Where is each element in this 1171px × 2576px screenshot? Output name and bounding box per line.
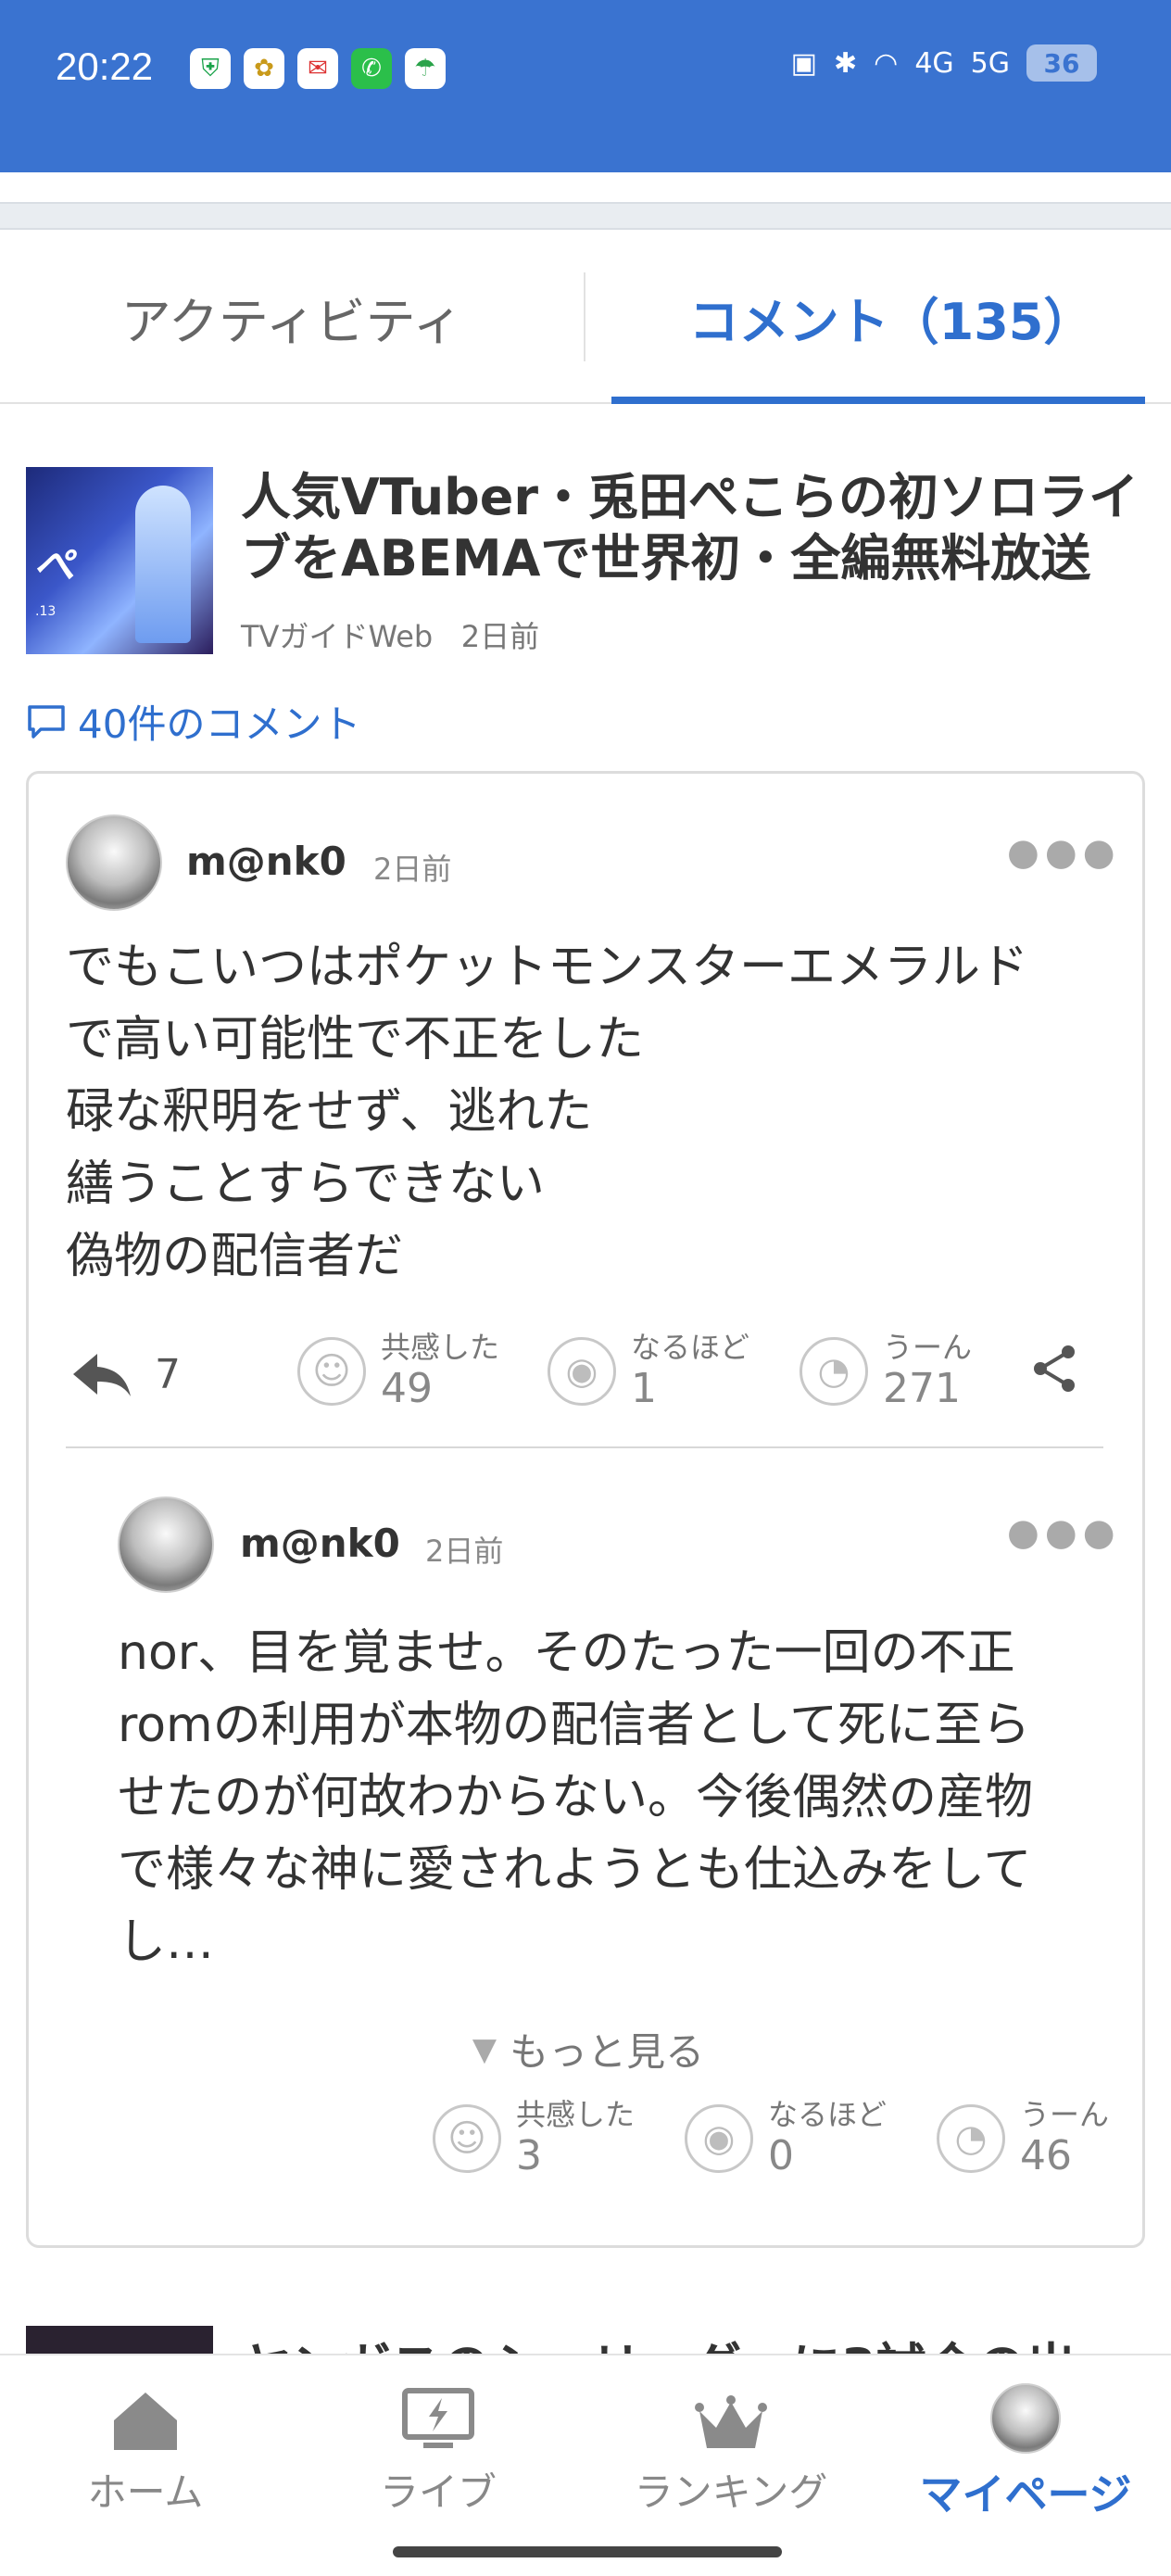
tab-bar: アクティビティ コメント（135） [0, 230, 1171, 404]
comment-text: でもこいつはポケットモンスターエメラルド で高い可能性で不正をした 碌な釈明をせ… [66, 940, 1028, 1284]
share-button[interactable] [1029, 1343, 1081, 1407]
notification-icons: ⛨ ✿ ✉ ✆ ☂ [190, 48, 446, 89]
reply-text: nor、目を覚ませ。そのたった一回の不正 romの利用が本物の配信者として死に至… [118, 1625, 1034, 1970]
shield-icon: ⛨ [190, 48, 231, 89]
home-icon [114, 2393, 177, 2450]
reaction-label: うーん [883, 1330, 973, 1365]
article-time: 2日前 [460, 619, 540, 654]
reply-count: 7 [155, 1350, 181, 1398]
avatar [990, 2383, 1061, 2454]
status-time: 20:22 [56, 44, 154, 88]
nav-mypage[interactable]: マイページ [910, 2380, 1141, 2522]
system-icons: ▣ ✱ ◠ 4G 5G 36 [791, 44, 1097, 82]
divider [66, 1446, 1103, 1448]
reaction-hmm[interactable]: ◔ うーん 271 [800, 1330, 972, 1413]
signal-4g-icon: 4G [914, 46, 954, 80]
reaction-count: 3 [516, 2132, 542, 2179]
thinking-face-icon: ◔ [800, 1337, 868, 1406]
reaction-label: 共感した [516, 2097, 636, 2132]
article-source: TVガイドWeb [241, 619, 434, 654]
comment-count-link[interactable]: 40件のコメント [26, 693, 360, 750]
mail-icon: ✉ [297, 48, 338, 89]
tab-divider [584, 272, 586, 361]
reaction-agree[interactable]: ☺ 共感した 49 [297, 1330, 499, 1413]
crown-icon [695, 2395, 767, 2448]
surprised-face-icon: ◉ [685, 2104, 753, 2173]
thumbnail-figure [135, 486, 191, 643]
reaction-count: 271 [883, 1365, 961, 1412]
nav-mypage-label: マイページ [919, 2469, 1132, 2519]
comment-time: 2日前 [373, 852, 452, 887]
next-article-title: ヤンガスのシーリーダーに3試合の出 [241, 2326, 1077, 2354]
next-article-thumbnail [26, 2326, 213, 2354]
article-header[interactable]: ぺ .13 人気VTuber・兎田ぺこらの初ソロライブをABEMAで世界初・全編… [26, 467, 1147, 654]
next-article[interactable]: ヤンガスのシーリーダーに3試合の出 [26, 2326, 1171, 2354]
article-meta: TVガイドWeb 2日前 [241, 613, 539, 656]
reaction-count: 46 [1020, 2132, 1072, 2179]
nav-home[interactable]: ホーム [30, 2380, 261, 2518]
nfc-icon: ▣ [790, 46, 817, 80]
thumbnail-date: .13 [35, 604, 57, 619]
comment-username[interactable]: m@nk0 [186, 839, 346, 884]
tab-activity[interactable]: アクティビティ [0, 230, 584, 404]
reaction-label: 共感した [381, 1330, 500, 1365]
reply-reaction-insightful[interactable]: ◉ なるほど 0 [685, 2097, 887, 2180]
more-options-icon[interactable]: ●●● [1007, 831, 1121, 874]
reply-more-options-icon[interactable]: ●●● [1007, 1511, 1121, 1554]
reply-username[interactable]: m@nk0 [240, 1521, 400, 1566]
reply-avatar[interactable] [118, 1496, 214, 1593]
reaction-count: 1 [631, 1365, 657, 1412]
comment-count-label: 40件のコメント [78, 701, 361, 747]
reaction-count: 49 [381, 1365, 433, 1412]
umbrella-icon: ☂ [405, 48, 446, 89]
tab-comments[interactable]: コメント（135） [611, 230, 1171, 404]
separator [0, 202, 1171, 230]
reaction-insightful[interactable]: ◉ なるほど 1 [548, 1330, 749, 1413]
surprised-face-icon: ◉ [548, 1337, 616, 1406]
reply-time: 2日前 [425, 1534, 504, 1569]
reaction-label: なるほど [768, 2097, 888, 2132]
status-bar: 20:22 ⛨ ✿ ✉ ✆ ☂ ▣ ✱ ◠ 4G 5G 36 [0, 0, 1171, 172]
phone-icon: ✆ [351, 48, 392, 89]
smile-face-icon: ☺ [297, 1337, 366, 1406]
nav-home-label: ホーム [87, 2469, 204, 2515]
speech-bubble-icon [28, 704, 65, 739]
nav-live[interactable]: ライブ [322, 2380, 554, 2518]
nav-ranking[interactable]: ランキング [615, 2380, 847, 2518]
comment-card: m@nk0 2日前 ●●● でもこいつはポケットモンスターエメラルド で高い可能… [26, 771, 1145, 2248]
reply-button[interactable]: 7 [69, 1348, 181, 1400]
wifi-icon: ◠ [874, 46, 899, 80]
reply-reaction-agree[interactable]: ☺ 共感した 3 [433, 2097, 635, 2180]
tab-active-indicator [611, 397, 1145, 404]
see-more-button[interactable]: ▼ もっと見る [29, 2021, 1148, 2077]
share-icon [1034, 1345, 1075, 1392]
reply-reaction-hmm[interactable]: ◔ うーん 46 [937, 2097, 1109, 2180]
triangle-down-icon: ▼ [472, 2030, 497, 2068]
see-more-label: もっと見る [510, 2029, 705, 2075]
nav-ranking-label: ランキング [634, 2469, 828, 2515]
signal-5g-icon: 5G [970, 46, 1010, 80]
bluetooth-icon: ✱ [833, 46, 858, 80]
reaction-label: なるほど [631, 1330, 750, 1365]
gesture-bar[interactable] [393, 2546, 782, 2557]
thumbnail-logo: ぺ [33, 542, 74, 589]
tv-icon [402, 2388, 474, 2448]
smile-face-icon: ☺ [433, 2104, 501, 2173]
app-icon: ✿ [244, 48, 284, 89]
bottom-nav: ホーム ライブ ランキング マイページ [0, 2354, 1171, 2576]
nav-live-label: ライブ [379, 2469, 497, 2515]
reaction-label: うーん [1020, 2097, 1110, 2132]
avatar[interactable] [66, 814, 162, 911]
reaction-count: 0 [768, 2132, 794, 2179]
article-title[interactable]: 人気VTuber・兎田ぺこらの初ソロライブをABEMAで世界初・全編無料放送 [241, 467, 1158, 589]
thinking-face-icon: ◔ [937, 2104, 1005, 2173]
battery-icon: 36 [1026, 44, 1097, 82]
article-thumbnail[interactable]: ぺ .13 [26, 467, 213, 654]
reply-icon [73, 1354, 131, 1396]
